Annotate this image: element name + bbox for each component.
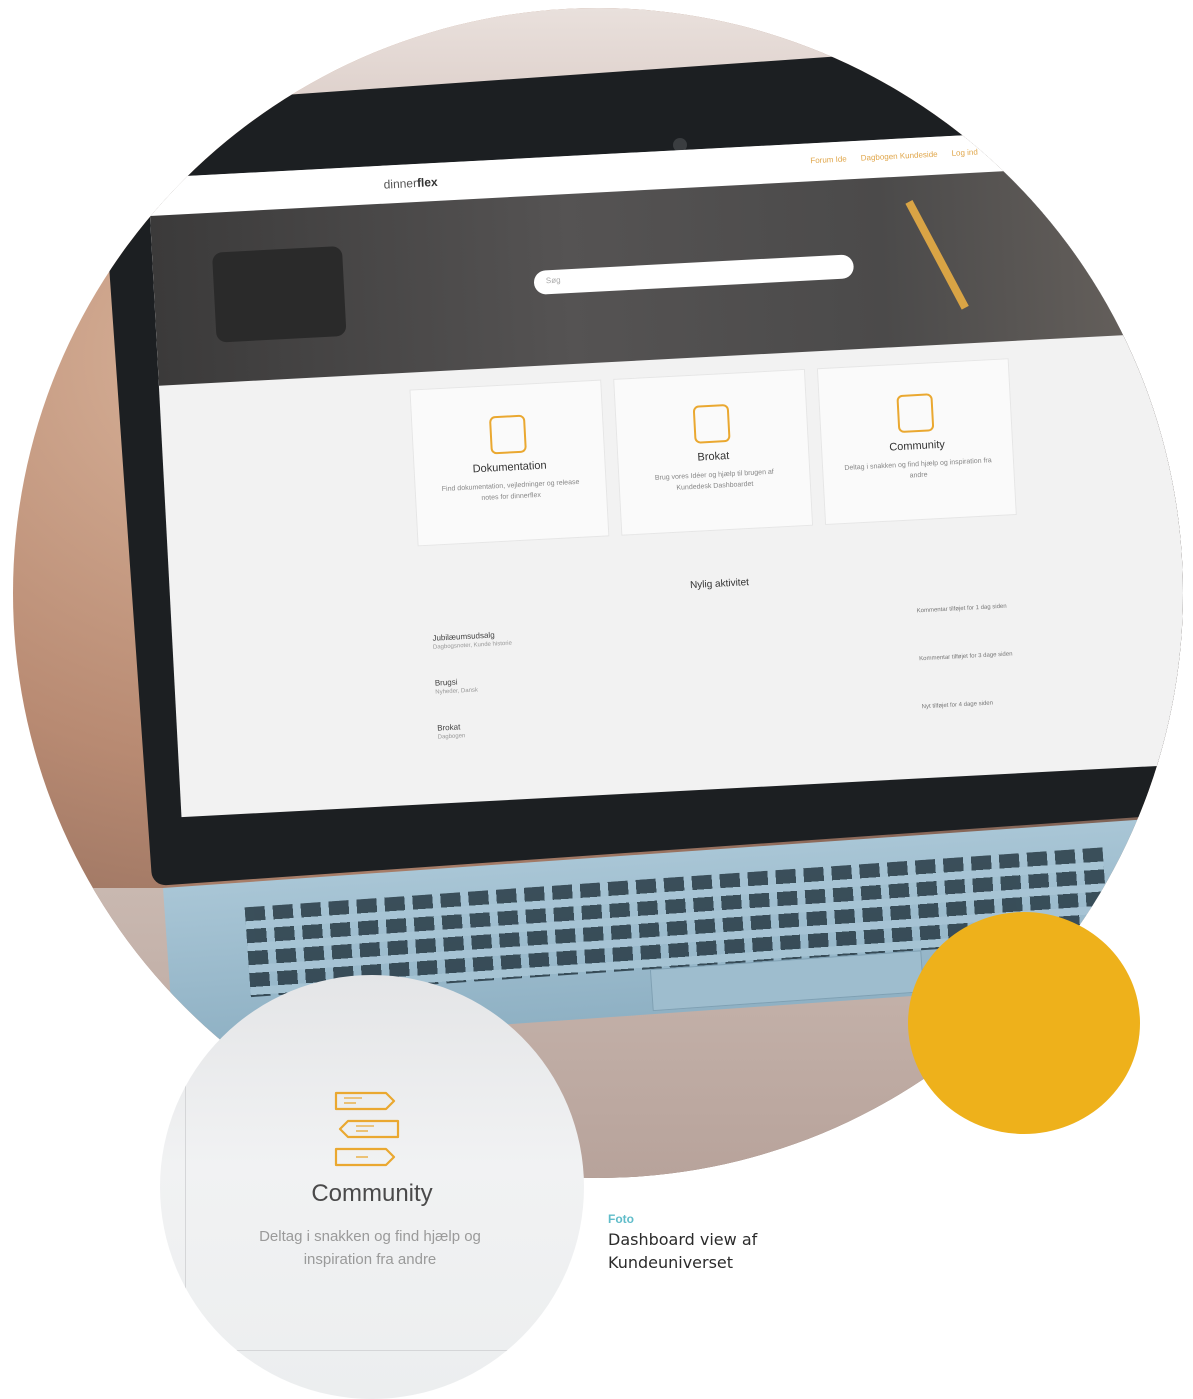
card-description: Find dokumentation, vejledninger og rele… <box>441 478 580 502</box>
site-logo: dinnerflex <box>383 174 439 192</box>
community-zoom: Community Deltag i snakken og find hjælp… <box>160 975 584 1399</box>
caption-label: Foto <box>608 1212 634 1226</box>
activity-item[interactable]: Brugsi Nyheder, Dansk <box>435 675 515 695</box>
site-nav: Forum Ide Dagbogen Kundeside Log ind <box>810 148 978 166</box>
card-description: Brug vores Idéer og hjælp til brugen af … <box>654 468 774 492</box>
search-placeholder: Søg <box>545 275 561 286</box>
activity-meta-list: Kommentar tilføjet for 1 dag siden Komme… <box>917 603 1018 752</box>
nav-item-forum[interactable]: Forum Ide <box>810 154 847 165</box>
hero-pencil-image <box>905 199 969 310</box>
accent-circle <box>908 912 1140 1134</box>
activity-meta: Nyt tilføjet for 4 dage siden <box>921 700 994 711</box>
card-brokat[interactable]: Brokat Brug vores Idéer og hjælp til bru… <box>613 368 814 536</box>
hero-phone-image <box>211 245 347 343</box>
community-icon <box>896 393 935 434</box>
card-title: Community <box>888 438 946 454</box>
lightbulb-icon <box>692 403 731 444</box>
photo-caption: Foto Dashboard view af Kundeuniverset <box>608 1212 808 1274</box>
nav-item-login[interactable]: Log ind <box>951 148 978 158</box>
card-title: Brokat <box>697 449 730 464</box>
category-cards: Dokumentation Find dokumentation, vejled… <box>409 358 1017 547</box>
documentation-icon <box>488 414 527 455</box>
card-dokumentation[interactable]: Dokumentation Find dokumentation, vejled… <box>409 379 610 547</box>
laptop-screen: dinnerflex Forum Ide Dagbogen Kundeside … <box>148 123 1183 818</box>
activity-list: Jubilæumsudsalg Dagbogsnoter, Kunde histo… <box>432 630 518 769</box>
card-community[interactable]: Community Deltag i snakken og find hjælp… <box>816 358 1017 526</box>
zoom-card-description: Deltag i snakken og find hjælp og inspir… <box>259 1228 481 1269</box>
card-title: Dokumentation <box>472 459 547 476</box>
zoom-card-title: Community <box>311 1180 433 1207</box>
activity-title: Nylig aktivitet <box>689 577 750 592</box>
card-description: Deltag i snakken og find hjælp og inspir… <box>844 457 992 480</box>
nav-item-dagbogen[interactable]: Dagbogen Kundeside <box>861 150 938 163</box>
activity-meta: Kommentar tilføjet for 3 dage siden <box>919 651 1013 663</box>
card-bottom-edge <box>160 1350 584 1351</box>
activity-item[interactable]: Jubilæumsudsalg Dagbogsnoter, Kunde histo… <box>432 630 512 650</box>
activity-item[interactable]: Brokat Dagbogen <box>437 719 517 740</box>
caption-text: Dashboard view af Kundeuniverset <box>608 1230 758 1273</box>
search-input[interactable]: Søg <box>533 254 855 295</box>
activity-meta: Kommentar tilføjet for 1 dag siden <box>916 603 1007 615</box>
community-icon <box>334 1091 400 1167</box>
